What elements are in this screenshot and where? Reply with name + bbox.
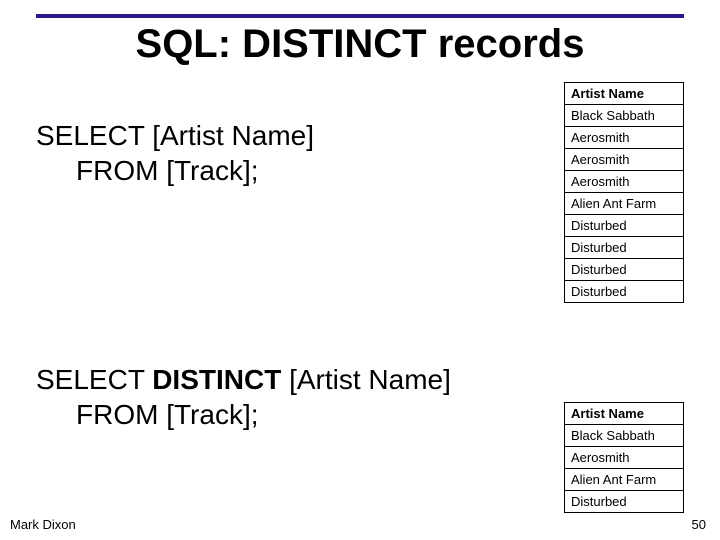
table-row: Disturbed — [565, 215, 684, 237]
table-row: Alien Ant Farm — [565, 193, 684, 215]
table-row: Aerosmith — [565, 171, 684, 193]
table-row: Aerosmith — [565, 127, 684, 149]
table-row: Black Sabbath — [565, 105, 684, 127]
table-row: Disturbed — [565, 281, 684, 303]
table-header: Artist Name — [565, 403, 684, 425]
result-table-full: Artist Name Black Sabbath Aerosmith Aero… — [564, 82, 684, 303]
table-row: Disturbed — [565, 491, 684, 513]
query2-rest: [Artist Name] — [281, 364, 451, 395]
table-row: Alien Ant Farm — [565, 469, 684, 491]
table-row: Disturbed — [565, 237, 684, 259]
query2-line1: SELECT DISTINCT [Artist Name] — [36, 362, 451, 397]
table-row: Aerosmith — [565, 149, 684, 171]
table-row: Black Sabbath — [565, 425, 684, 447]
footer-author: Mark Dixon — [10, 517, 76, 532]
table-row: Aerosmith — [565, 447, 684, 469]
query2-prefix: SELECT — [36, 364, 152, 395]
distinct-keyword: DISTINCT — [152, 364, 281, 395]
query1-line2: FROM [Track]; — [36, 153, 314, 188]
table-header: Artist Name — [565, 83, 684, 105]
table-row: Disturbed — [565, 259, 684, 281]
query1-line1: SELECT [Artist Name] — [36, 118, 314, 153]
sql-query-basic: SELECT [Artist Name] FROM [Track]; — [36, 118, 314, 188]
title-rule — [36, 14, 684, 18]
sql-query-distinct: SELECT DISTINCT [Artist Name] FROM [Trac… — [36, 362, 451, 432]
slide-title: SQL: DISTINCT records — [0, 22, 720, 67]
result-table-distinct: Artist Name Black Sabbath Aerosmith Alie… — [564, 402, 684, 513]
query2-line2: FROM [Track]; — [36, 397, 451, 432]
footer-page-number: 50 — [692, 517, 706, 532]
